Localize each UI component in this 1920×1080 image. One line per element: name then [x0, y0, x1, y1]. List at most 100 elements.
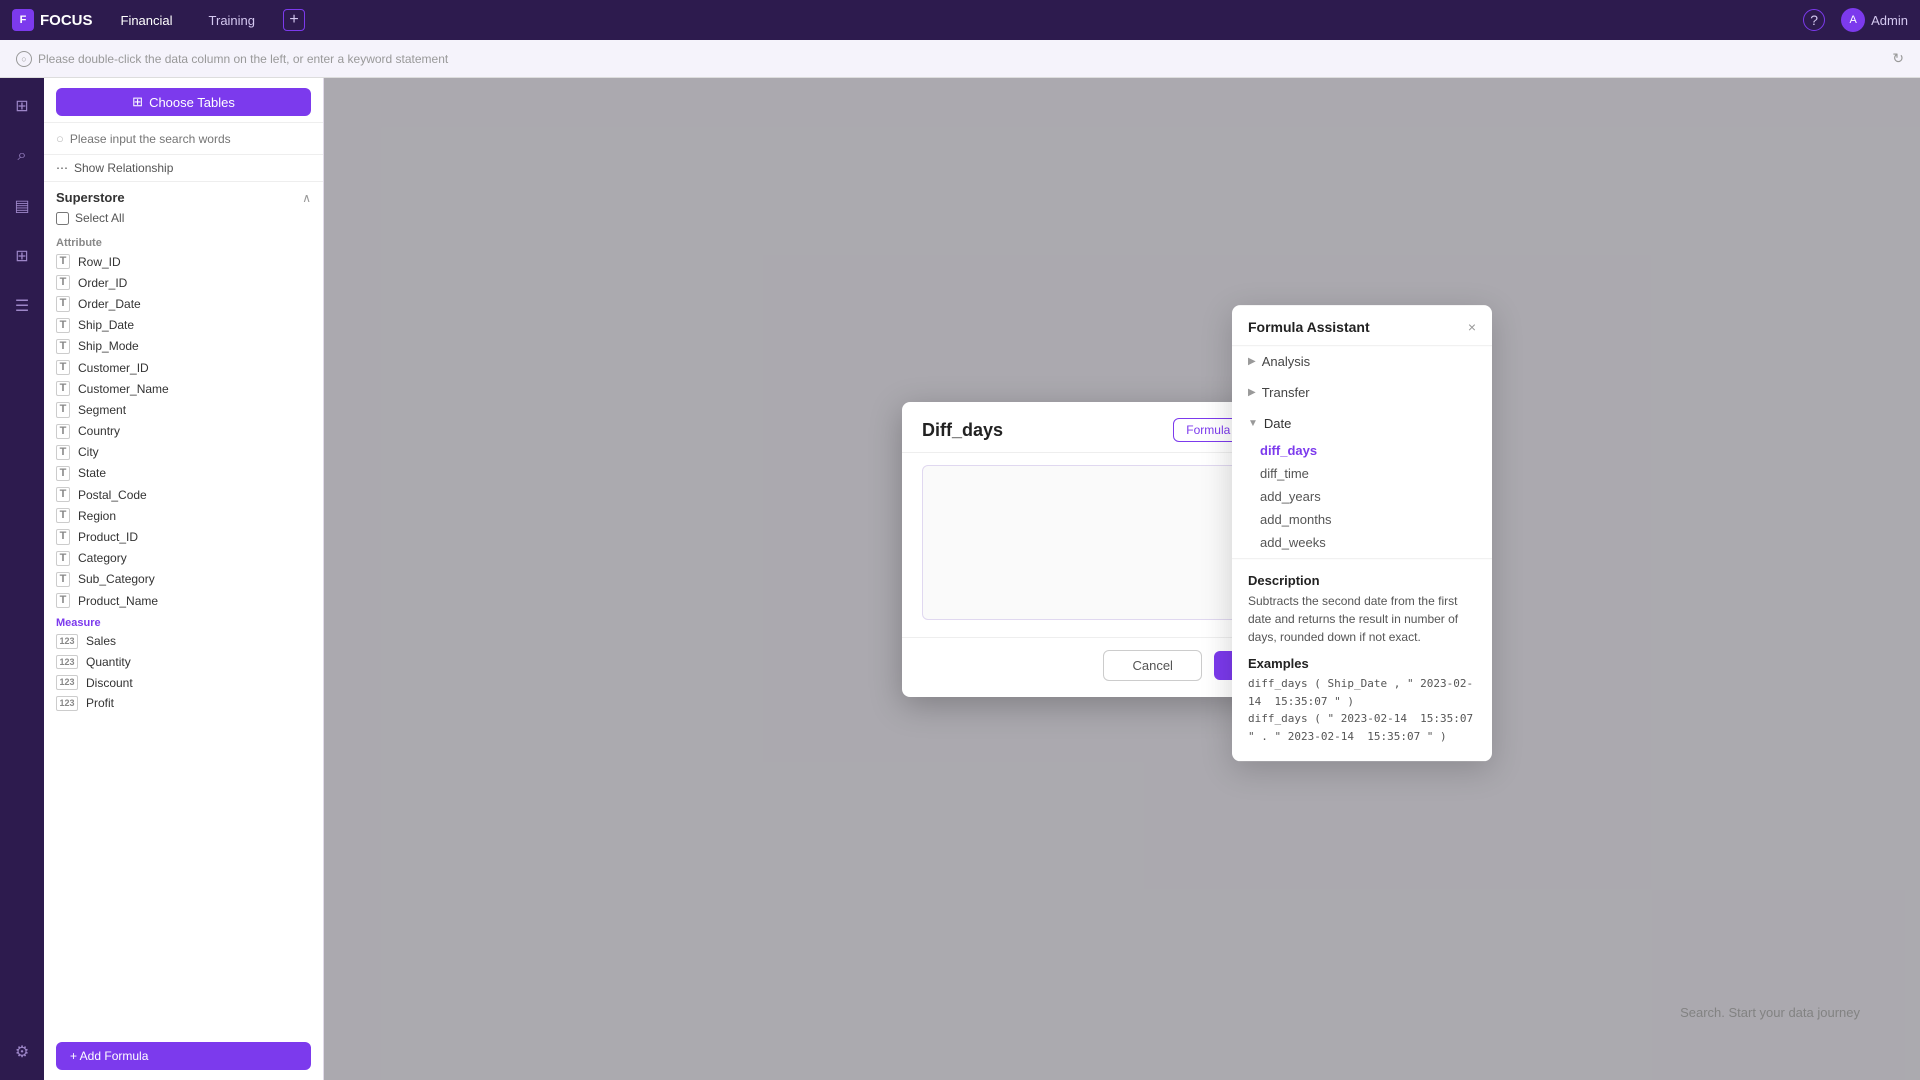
field-name: Postal_Code: [78, 488, 147, 502]
field-name: Customer_Name: [78, 382, 169, 396]
toolbar-right: ↻: [1892, 50, 1904, 67]
relationship-icon: ⋯: [56, 161, 68, 175]
field-ship_mode[interactable]: T Ship_Mode: [44, 336, 323, 357]
select-all-checkbox[interactable]: [56, 212, 69, 225]
refresh-icon[interactable]: ↻: [1892, 50, 1904, 67]
field-sub_category[interactable]: T Sub_Category: [44, 569, 323, 590]
field-name: Region: [78, 509, 116, 523]
sidebar-chart-icon[interactable]: ▤: [6, 190, 38, 222]
sidebar-search-icon[interactable]: ⌕: [6, 140, 38, 172]
field-quantity[interactable]: 123 Quantity: [44, 652, 323, 673]
attribute-section-label: Attribute: [44, 231, 323, 251]
field-type-icon: T: [56, 254, 70, 269]
field-ship_date[interactable]: T Ship_Date: [44, 315, 323, 336]
field-product_name[interactable]: T Product_Name: [44, 590, 323, 611]
logo-text: FOCUS: [40, 12, 93, 29]
content-area: Search. Start your data journey Diff_day…: [324, 78, 1920, 1080]
fa-header: Formula Assistant ×: [1232, 305, 1492, 346]
field-name: Ship_Date: [78, 318, 134, 332]
field-name: Product_Name: [78, 594, 158, 608]
field-name: State: [78, 466, 106, 480]
fa-close-icon[interactable]: ×: [1468, 319, 1476, 335]
fa-arrow-icon: ▶: [1248, 356, 1256, 367]
fa-examples-title: Examples: [1232, 656, 1492, 671]
field-type-icon: T: [56, 487, 70, 502]
field-name: Customer_ID: [78, 361, 149, 375]
fa-item-diff_days[interactable]: diff_days: [1260, 439, 1492, 462]
select-all-label: Select All: [75, 211, 124, 225]
fa-title: Formula Assistant: [1248, 319, 1370, 335]
avatar: A: [1841, 8, 1865, 32]
info-icon: ○: [16, 51, 32, 67]
field-row_id[interactable]: T Row_ID: [44, 251, 323, 272]
fa-item-add_months[interactable]: add_months: [1260, 508, 1492, 531]
sidebar-grid-icon[interactable]: ⊞: [6, 240, 38, 272]
field-profit[interactable]: 123 Profit: [44, 693, 323, 714]
fa-arrow-icon: ▼: [1248, 418, 1258, 429]
fa-category-label: Date: [1264, 416, 1291, 431]
user-name: Admin: [1871, 13, 1908, 28]
field-customer_id[interactable]: T Customer_ID: [44, 357, 323, 378]
nav-financial[interactable]: Financial: [113, 9, 181, 32]
field-sales[interactable]: 123 Sales: [44, 631, 323, 652]
fa-category-date[interactable]: ▼ Date: [1232, 408, 1492, 439]
fa-item-add_years[interactable]: add_years: [1260, 485, 1492, 508]
fa-item-diff_time[interactable]: diff_time: [1260, 462, 1492, 485]
nav-training[interactable]: Training: [201, 9, 263, 32]
field-name: Country: [78, 424, 120, 438]
field-type-icon: T: [56, 593, 70, 608]
field-name: Category: [78, 551, 127, 565]
main-layout: ⊞ ⌕ ▤ ⊞ ☰ ⚙ ⊞ Choose Tables ○ ⋯ Show Rel…: [0, 78, 1920, 1080]
fa-item-add_weeks[interactable]: add_weeks: [1260, 531, 1492, 554]
show-relationship-toggle[interactable]: ⋯ Show Relationship: [44, 155, 323, 182]
nav-right: ? A Admin: [1803, 8, 1908, 32]
field-type-icon: T: [56, 402, 70, 417]
logo-icon: F: [12, 9, 34, 31]
field-discount[interactable]: 123 Discount: [44, 672, 323, 693]
help-icon[interactable]: ?: [1803, 9, 1825, 31]
fa-category-transfer[interactable]: ▶ Transfer: [1232, 377, 1492, 408]
cancel-button[interactable]: Cancel: [1103, 650, 1201, 681]
field-type-icon: T: [56, 572, 70, 587]
user-menu[interactable]: A Admin: [1841, 8, 1908, 32]
sidebar-settings-icon[interactable]: ⚙: [6, 1036, 38, 1068]
field-country[interactable]: T Country: [44, 421, 323, 442]
add-formula-button[interactable]: + Add Formula: [56, 1042, 311, 1070]
field-state[interactable]: T State: [44, 463, 323, 484]
field-customer_name[interactable]: T Customer_Name: [44, 378, 323, 399]
field-postal_code[interactable]: T Postal_Code: [44, 484, 323, 505]
select-all-row: Select All: [44, 209, 323, 231]
field-type-icon: T: [56, 424, 70, 439]
sidebar-home-icon[interactable]: ⊞: [6, 90, 38, 122]
field-category[interactable]: T Category: [44, 548, 323, 569]
field-type-icon: T: [56, 318, 70, 333]
field-region[interactable]: T Region: [44, 505, 323, 526]
fa-category-analysis[interactable]: ▶ Analysis: [1232, 346, 1492, 377]
fa-divider: [1232, 558, 1492, 559]
field-name: Sub_Category: [78, 572, 155, 586]
table-collapse-icon[interactable]: ∧: [302, 191, 311, 205]
field-name: Discount: [86, 676, 133, 690]
choose-tables-button[interactable]: ⊞ Choose Tables: [56, 88, 311, 116]
table-name: Superstore: [56, 190, 125, 205]
fa-category-label: Analysis: [1262, 354, 1310, 369]
search-field: ○: [44, 123, 323, 155]
field-city[interactable]: T City: [44, 442, 323, 463]
field-name: Ship_Mode: [78, 339, 139, 353]
field-segment[interactable]: T Segment: [44, 399, 323, 420]
field-type-icon: T: [56, 466, 70, 481]
data-panel-top: ⊞ Choose Tables: [44, 78, 323, 123]
field-order_date[interactable]: T Order_Date: [44, 293, 323, 314]
nav-add-tab[interactable]: +: [283, 9, 305, 31]
field-order_id[interactable]: T Order_ID: [44, 272, 323, 293]
field-name: Sales: [86, 634, 116, 648]
fa-example-1: diff_days ( Ship_Date , " 2023-02-14 15:…: [1232, 675, 1492, 710]
search-icon: ○: [56, 131, 64, 146]
sidebar-list-icon[interactable]: ☰: [6, 290, 38, 322]
field-product_id[interactable]: T Product_ID: [44, 526, 323, 547]
search-input[interactable]: [70, 132, 311, 146]
field-type-icon: T: [56, 445, 70, 460]
fa-date-items: diff_days diff_time add_years add_months…: [1232, 439, 1492, 554]
field-type-icon: T: [56, 551, 70, 566]
field-type-icon: T: [56, 275, 70, 290]
